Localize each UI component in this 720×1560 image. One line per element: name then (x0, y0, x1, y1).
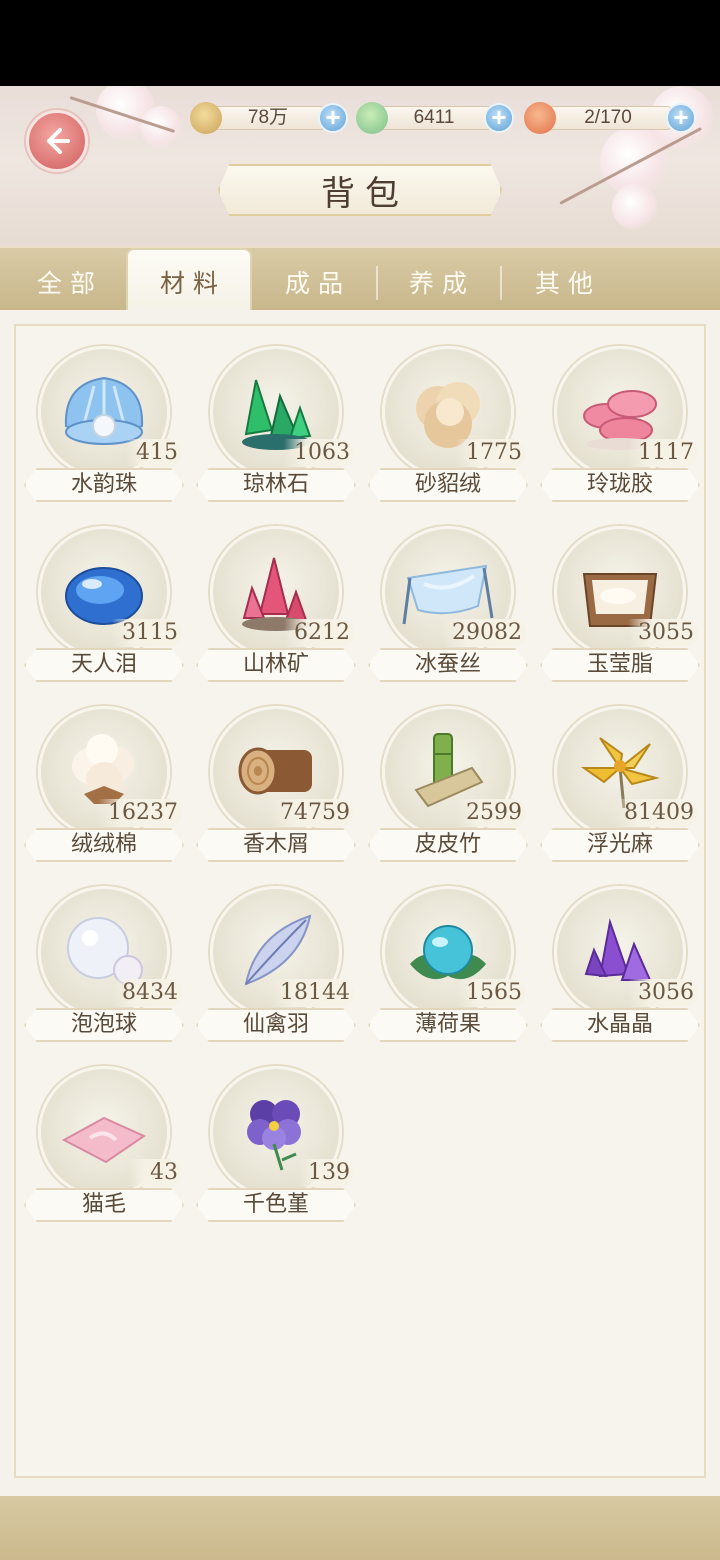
item-count: 43 (128, 1159, 182, 1187)
item-name: 玲珑胶 (540, 468, 700, 502)
inventory-item-pi-pi-zhu[interactable]: 2599 皮皮竹 (368, 706, 528, 862)
item-count: 1775 (456, 439, 526, 467)
tab-other[interactable]: 其他 (512, 252, 616, 312)
inventory-item-mao-mao[interactable]: 43 猫毛 (24, 1066, 184, 1222)
inventory-item-pao-pao-qiu[interactable]: 8434 泡泡球 (24, 886, 184, 1042)
tab-bar: 全部 材料 成品 养成 其他 (0, 246, 720, 314)
item-count: 3115 (112, 619, 182, 647)
inventory-item-tian-ren-lei[interactable]: 3115 天人泪 (24, 526, 184, 682)
inventory-item-bo-he-guo[interactable]: 1565 薄荷果 (368, 886, 528, 1042)
inventory-item-bing-can-si[interactable]: 29082 冰蚕丝 (368, 526, 528, 682)
item-name: 绒绒棉 (24, 828, 184, 862)
inventory-item-yu-ying-zhi[interactable]: 3055 玉莹脂 (540, 526, 700, 682)
item-name: 千色堇 (196, 1188, 356, 1222)
back-arrow-icon (47, 128, 70, 154)
currency-stamina: 2/170 + (524, 102, 696, 134)
item-name: 仙禽羽 (196, 1008, 356, 1042)
tab-materials[interactable]: 材料 (126, 248, 252, 314)
item-count: 74759 (270, 799, 354, 827)
inventory-item-qian-se-jin[interactable]: 139 千色堇 (196, 1066, 356, 1222)
item-name: 水晶晶 (540, 1008, 700, 1042)
tab-label: 成品 (284, 269, 351, 298)
tab-all[interactable]: 全部 (14, 252, 118, 312)
currency-value: 2/170 (538, 106, 678, 130)
item-count: 1117 (628, 439, 698, 467)
item-name: 冰蚕丝 (368, 648, 528, 682)
page-title: 背包 (321, 173, 409, 214)
tab-label: 养成 (408, 269, 475, 298)
tab-products[interactable]: 成品 (262, 252, 366, 312)
item-name: 猫毛 (24, 1188, 184, 1222)
tab-divider (376, 266, 378, 300)
item-name: 天人泪 (24, 648, 184, 682)
tab-label: 其他 (534, 269, 601, 298)
item-count: 3055 (628, 619, 698, 647)
inventory-item-ling-long-jiao[interactable]: 1117 玲珑胶 (540, 346, 700, 502)
inventory-item-shan-lin-kuang[interactable]: 6212 山林矿 (196, 526, 356, 682)
inventory-panel: 415 水韵珠 1063 琼林石 1775 砂貂绒 1117 玲珑胶 3115 … (14, 324, 706, 1478)
header: 78万 + 6411 + 2/170 + 背包 (0, 86, 720, 250)
item-count: 81409 (614, 799, 698, 827)
inventory-item-shui-jing-jing[interactable]: 3056 水晶晶 (540, 886, 700, 1042)
currency-bird: 6411 + (356, 102, 516, 134)
item-count: 18144 (270, 979, 354, 1007)
item-name: 香木屑 (196, 828, 356, 862)
inventory-item-rong-rong-mian[interactable]: 16237 绒绒棉 (24, 706, 184, 862)
inventory-item-xian-qin-yu[interactable]: 18144 仙禽羽 (196, 886, 356, 1042)
back-button[interactable] (26, 110, 88, 172)
status-bar (0, 0, 720, 86)
inventory-item-sha-diao-rong[interactable]: 1775 砂貂绒 (368, 346, 528, 502)
item-name: 琼林石 (196, 468, 356, 502)
item-name: 水韵珠 (24, 468, 184, 502)
tab-cultivation[interactable]: 养成 (386, 252, 490, 312)
bottom-bar (0, 1496, 720, 1560)
item-count: 6212 (284, 619, 354, 647)
inventory-item-fu-guang-ma[interactable]: 81409 浮光麻 (540, 706, 700, 862)
inventory-item-xiang-mu-xie[interactable]: 74759 香木屑 (196, 706, 356, 862)
item-name: 薄荷果 (368, 1008, 528, 1042)
add-coins-button[interactable]: + (318, 103, 348, 133)
inventory-item-qiong-lin-shi[interactable]: 1063 琼林石 (196, 346, 356, 502)
item-count: 415 (126, 439, 182, 467)
item-count: 1565 (456, 979, 526, 1007)
add-bird-currency-button[interactable]: + (484, 103, 514, 133)
title-plate: 背包 (218, 164, 502, 216)
item-count: 2599 (456, 799, 526, 827)
tab-label: 全部 (36, 269, 103, 298)
item-count: 8434 (112, 979, 182, 1007)
item-name: 山林矿 (196, 648, 356, 682)
tab-divider (500, 266, 502, 300)
add-stamina-button[interactable]: + (666, 103, 696, 133)
item-name: 玉莹脂 (540, 648, 700, 682)
currency-coins: 78万 + (190, 102, 350, 134)
item-name: 皮皮竹 (368, 828, 528, 862)
item-count: 139 (298, 1159, 354, 1187)
currency-value: 78万 (204, 106, 332, 130)
item-count: 29082 (442, 619, 526, 647)
paw-coin-icon (190, 102, 222, 134)
item-count: 16237 (98, 799, 182, 827)
orange-bun-icon (524, 102, 556, 134)
item-name: 浮光麻 (540, 828, 700, 862)
green-bird-icon (356, 102, 388, 134)
item-name: 泡泡球 (24, 1008, 184, 1042)
tab-label: 材料 (159, 269, 226, 298)
item-count: 3056 (628, 979, 698, 1007)
item-name: 砂貂绒 (368, 468, 528, 502)
inventory-item-shui-yun-zhu[interactable]: 415 水韵珠 (24, 346, 184, 502)
blossom-decoration (612, 184, 658, 230)
item-count: 1063 (284, 439, 354, 467)
inventory-area: 415 水韵珠 1063 琼林石 1775 砂貂绒 1117 玲珑胶 3115 … (0, 310, 720, 1496)
currency-value: 6411 (370, 106, 498, 130)
